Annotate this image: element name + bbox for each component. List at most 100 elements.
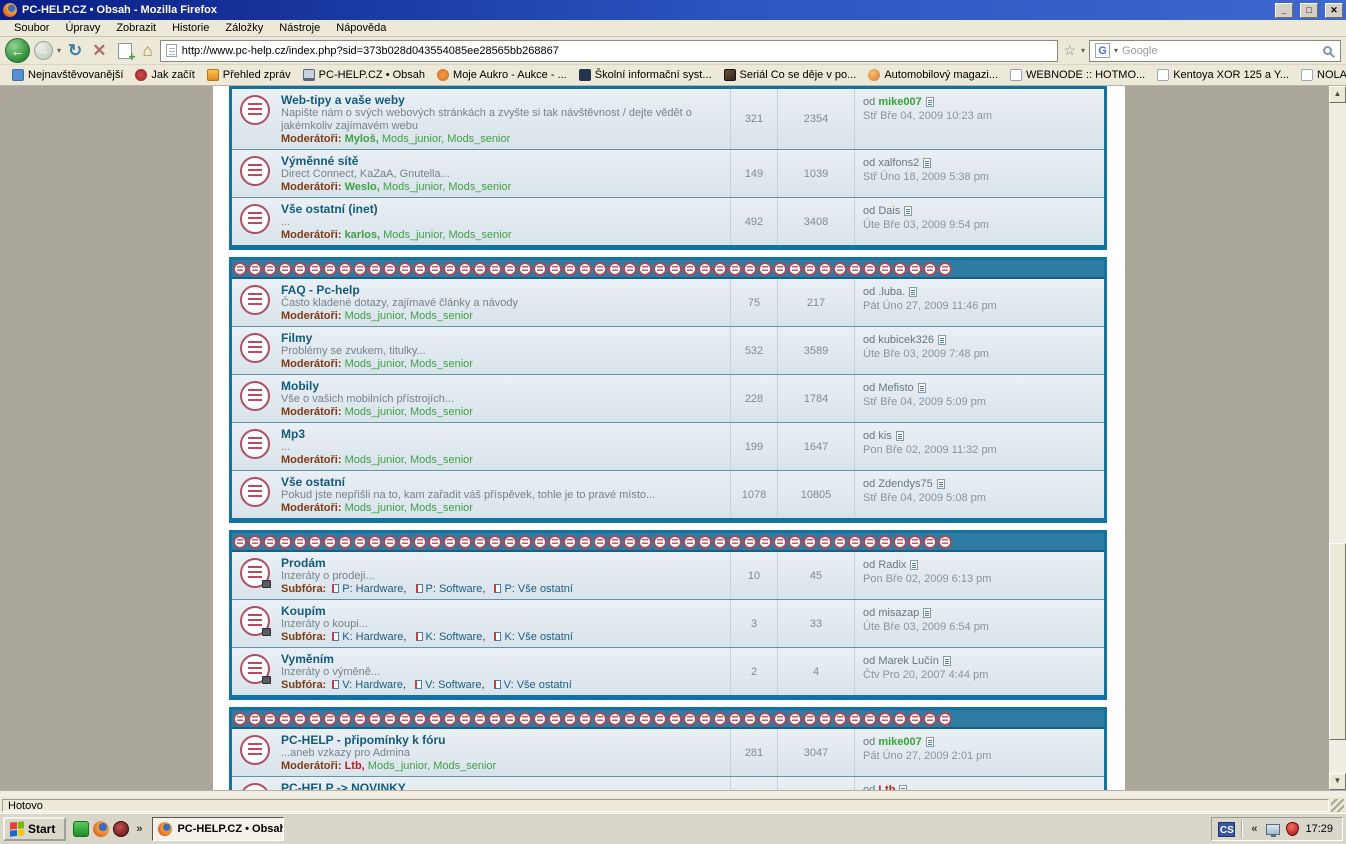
reload-button[interactable]: ↻	[65, 42, 85, 59]
close-button[interactable]: ✕	[1325, 3, 1343, 18]
maximize-button[interactable]: □	[1300, 3, 1318, 18]
last-post-author-link[interactable]: Zdendys75	[878, 478, 932, 490]
moderator-link[interactable]: Myloš,	[345, 133, 379, 145]
antivirus-shield-icon[interactable]	[1286, 822, 1299, 836]
last-post-author-link[interactable]: kubicek326	[878, 334, 934, 346]
bookmark-item[interactable]: Jak začít	[129, 68, 200, 82]
subforum-link[interactable]: V: Software	[425, 679, 481, 691]
menu-upravy[interactable]: Úpravy	[57, 21, 108, 35]
goto-last-post-icon[interactable]	[938, 335, 946, 345]
menu-historie[interactable]: Historie	[164, 21, 217, 35]
home-button[interactable]: ⌂	[140, 41, 156, 61]
moderator-links[interactable]: Mods_junior, Mods_senior	[383, 229, 511, 241]
taskbar-window-button[interactable]: PC-HELP.CZ • Obsah - ...	[152, 817, 284, 841]
moderator-links[interactable]: Mods_junior, Mods_senior	[382, 133, 510, 145]
quick-launch-firefox-icon[interactable]	[93, 821, 109, 837]
forum-title-link[interactable]: FAQ - Pc-help	[281, 284, 518, 297]
back-button[interactable]: ←	[5, 38, 30, 63]
goto-last-post-icon[interactable]	[926, 737, 934, 747]
moderator-link[interactable]: Weslo,	[345, 181, 380, 193]
vertical-scrollbar[interactable]: ▲ ▼	[1329, 86, 1346, 790]
moderator-links[interactable]: Mods_junior, Mods_senior	[345, 406, 473, 418]
subforum-link[interactable]: K: Vše ostatní	[504, 631, 572, 643]
bookmark-item[interactable]: Přehled zpráv	[201, 68, 297, 82]
last-post-author-link[interactable]: Ltb	[878, 784, 895, 790]
last-post-author-link[interactable]: mike007	[878, 736, 921, 748]
quick-launch-overflow-icon[interactable]: »	[133, 823, 145, 835]
forum-title-link[interactable]: Mp3	[281, 428, 473, 441]
bookmark-star-icon[interactable]: ☆	[1062, 42, 1077, 59]
last-post-author-link[interactable]: .luba.	[878, 286, 905, 298]
bookmark-item[interactable]: PC-HELP.CZ • Obsah	[297, 68, 431, 82]
bookmark-item[interactable]: WEBNODE :: HOTMO...	[1004, 68, 1151, 82]
resize-grip-icon[interactable]	[1331, 799, 1344, 812]
goto-last-post-icon[interactable]	[923, 608, 931, 618]
scroll-down-arrow[interactable]: ▼	[1329, 773, 1346, 790]
subforum-link[interactable]: P: Hardware	[342, 583, 403, 595]
goto-last-post-icon[interactable]	[909, 287, 917, 297]
last-post-author-link[interactable]: Dais	[878, 205, 900, 217]
forum-title-link[interactable]: Prodám	[281, 557, 573, 570]
goto-last-post-icon[interactable]	[904, 206, 912, 216]
subforum-link[interactable]: P: Software	[426, 583, 483, 595]
subforum-link[interactable]: K: Software	[426, 631, 483, 643]
bookmark-item[interactable]: Seriál Co se děje v po...	[718, 68, 863, 82]
subforum-link[interactable]: V: Vše ostatní	[504, 679, 572, 691]
forum-title-link[interactable]: Mobily	[281, 380, 473, 393]
stop-button[interactable]: ✕	[89, 42, 109, 59]
goto-last-post-icon[interactable]	[943, 656, 951, 666]
google-engine-icon[interactable]: G	[1095, 43, 1110, 58]
forum-title-link[interactable]: Vše ostatní	[281, 476, 655, 489]
horizontal-scrollbar[interactable]	[0, 790, 1346, 797]
quick-launch-red-icon[interactable]	[113, 821, 129, 837]
forum-title-link[interactable]: Filmy	[281, 332, 473, 345]
moderator-links[interactable]: Mods_junior, Mods_senior	[383, 181, 511, 193]
subforum-link[interactable]: K: Hardware	[342, 631, 403, 643]
goto-last-post-icon[interactable]	[918, 383, 926, 393]
subforum-link[interactable]: V: Hardware	[342, 679, 403, 691]
last-post-author-link[interactable]: Marek Lučín	[878, 655, 939, 667]
forum-title-link[interactable]: Vyměním	[281, 653, 572, 666]
menu-soubor[interactable]: Soubor	[6, 21, 57, 35]
goto-last-post-icon[interactable]	[937, 479, 945, 489]
forward-button[interactable]: →	[34, 41, 53, 60]
menu-napoveda[interactable]: Nápověda	[328, 21, 394, 35]
last-post-author-link[interactable]: Mefisto	[878, 382, 913, 394]
url-input[interactable]	[182, 45, 1053, 57]
menu-nastroje[interactable]: Nástroje	[271, 21, 328, 35]
new-tab-icon[interactable]	[118, 43, 132, 59]
search-icon[interactable]	[1323, 46, 1332, 55]
minimize-button[interactable]: _	[1275, 3, 1293, 18]
moderator-links[interactable]: Mods_junior, Mods_senior	[345, 358, 473, 370]
moderator-link[interactable]: karlos,	[345, 229, 380, 241]
bookmark-item[interactable]: Kentoya XOR 125 a Y...	[1151, 68, 1295, 82]
tray-collapse-icon[interactable]: «	[1248, 823, 1260, 835]
forum-title-link[interactable]: Výměnné sítě	[281, 155, 511, 168]
forum-title-link[interactable]: Web-tipy a vaše weby	[281, 94, 724, 107]
moderator-link[interactable]: Ltb,	[345, 760, 365, 772]
bookmark-item[interactable]: NOLAN N103 CLASSI...	[1295, 68, 1346, 82]
bookmark-item[interactable]: Moje Aukro - Aukce - ...	[431, 68, 573, 82]
search-input[interactable]	[1122, 45, 1319, 57]
bookmark-item[interactable]: Nejnavštěvovanější	[6, 68, 129, 82]
network-icon[interactable]	[1266, 824, 1280, 835]
forum-title-link[interactable]: PC-HELP -> NOVINKY	[281, 782, 457, 790]
history-dropdown-icon[interactable]: ▾	[57, 46, 61, 55]
forum-title-link[interactable]: Vše ostatní (inet)	[281, 203, 512, 216]
goto-last-post-icon[interactable]	[910, 560, 918, 570]
last-post-author-link[interactable]: mike007	[878, 96, 921, 108]
language-indicator[interactable]: CS	[1218, 822, 1235, 837]
moderator-links[interactable]: Mods_junior, Mods_senior	[368, 760, 496, 772]
moderator-links[interactable]: Mods_junior, Mods_senior	[345, 310, 473, 322]
forum-title-link[interactable]: PC-HELP - připomínky k fóru	[281, 734, 496, 747]
last-post-author-link[interactable]: kis	[878, 430, 891, 442]
goto-last-post-icon[interactable]	[899, 785, 907, 790]
scrollbar-thumb[interactable]	[1329, 543, 1346, 740]
goto-last-post-icon[interactable]	[896, 431, 904, 441]
engine-dropdown-icon[interactable]: ▾	[1114, 46, 1118, 55]
bookmark-item[interactable]: Automobilový magazi...	[862, 68, 1004, 82]
goto-last-post-icon[interactable]	[926, 97, 934, 107]
bookmark-item[interactable]: Školní informační syst...	[573, 68, 718, 82]
last-post-author-link[interactable]: xalfons2	[878, 157, 919, 169]
last-post-author-link[interactable]: misazap	[878, 607, 919, 619]
